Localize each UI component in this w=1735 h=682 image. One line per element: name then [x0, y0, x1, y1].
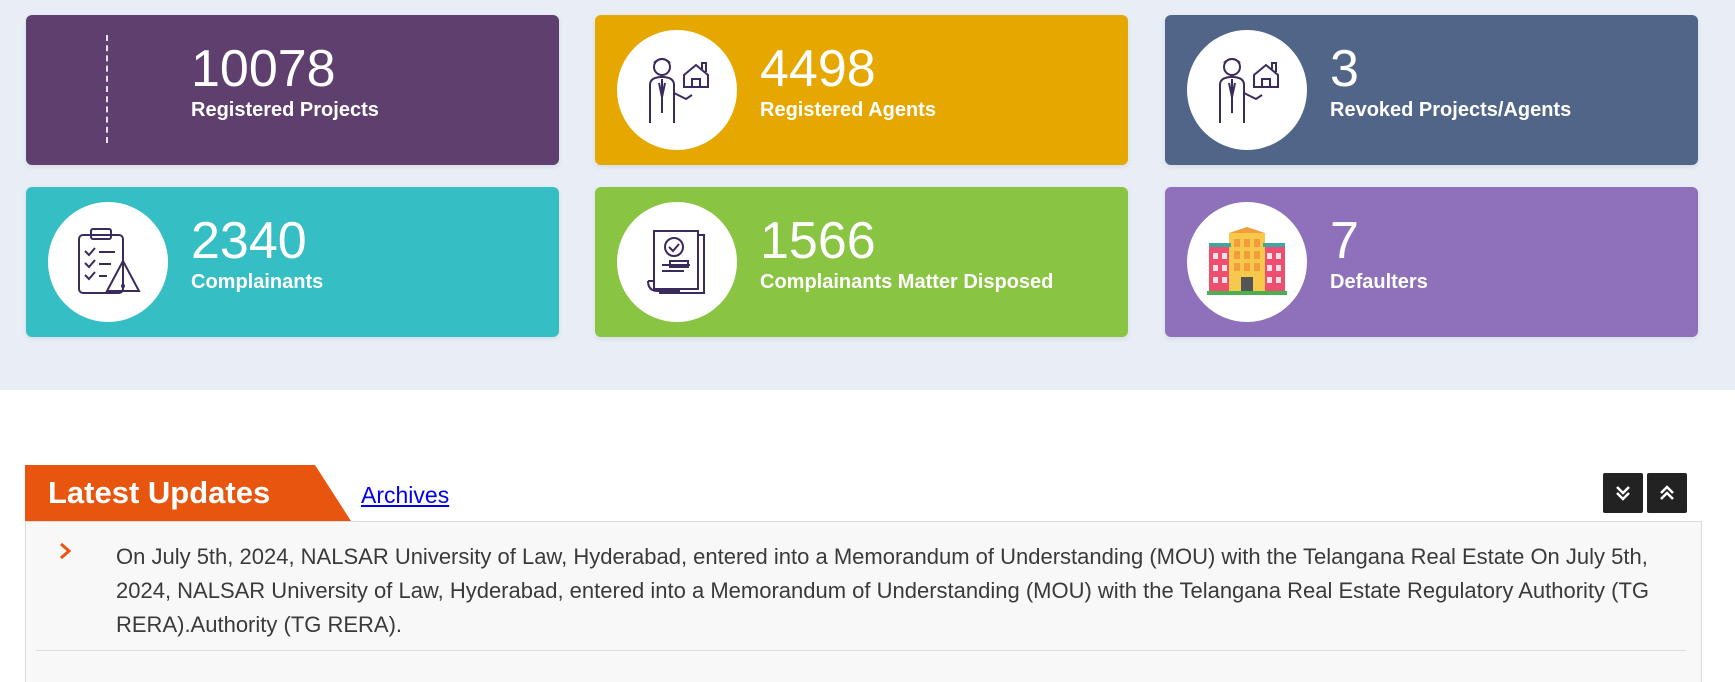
stat-value: 7: [1330, 212, 1359, 270]
double-chevron-up-icon: [1660, 485, 1674, 500]
stat-card-complainants-disposed[interactable]: 1566 Complainants Matter Disposed: [595, 187, 1128, 337]
stat-label: Registered Projects: [191, 99, 379, 121]
stat-label: Registered Agents: [760, 99, 936, 121]
document-check-icon: [617, 202, 737, 322]
stat-value: 2340: [191, 212, 307, 270]
clipboard-warning-icon: [48, 202, 168, 322]
update-text: On July 5th, 2024, NALSAR University of …: [116, 544, 1650, 637]
stat-label: Complainants: [191, 271, 324, 293]
stat-label: Defaulters: [1330, 271, 1428, 293]
stat-card-registered-agents[interactable]: 4498 Registered Agents: [595, 15, 1128, 165]
scroll-down-button[interactable]: [1603, 473, 1643, 513]
updates-list: On July 5th, 2024, NALSAR University of …: [25, 521, 1702, 682]
stat-card-defaulters[interactable]: 7 Defaulters: [1165, 187, 1698, 337]
dashed-line-icon: [106, 35, 110, 143]
stat-label: Revoked Projects/Agents: [1330, 99, 1572, 121]
stat-value: 10078: [191, 40, 336, 98]
archives-link[interactable]: Archives: [361, 482, 449, 509]
latest-updates-title: Latest Updates: [25, 465, 351, 521]
stat-card-registered-projects[interactable]: 10078 Registered Projects: [26, 15, 559, 165]
stats-section: 10078 Registered Projects 4498 Registere…: [0, 0, 1735, 390]
chevron-right-icon: [60, 542, 72, 560]
agent-house-icon: [1187, 30, 1307, 150]
stat-label: Complainants Matter Disposed: [760, 271, 1054, 293]
stat-value: 3: [1330, 40, 1359, 98]
scroll-up-button[interactable]: [1647, 473, 1687, 513]
stat-value: 4498: [760, 40, 876, 98]
stat-card-revoked-projects-agents[interactable]: 3 Revoked Projects/Agents: [1165, 15, 1698, 165]
stat-card-complainants[interactable]: 2340 Complainants: [26, 187, 559, 337]
agent-house-icon: [617, 30, 737, 150]
building-icon: [1187, 202, 1307, 322]
stat-value: 1566: [760, 212, 876, 270]
double-chevron-down-icon: [1616, 486, 1630, 501]
update-item[interactable]: On July 5th, 2024, NALSAR University of …: [36, 522, 1686, 651]
